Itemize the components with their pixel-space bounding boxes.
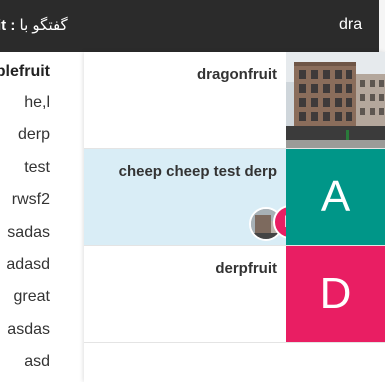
chat-title-name: it :	[0, 17, 16, 34]
sidebar-item[interactable]: asd	[24, 353, 50, 371]
scrollbar-track	[379, 0, 385, 52]
conversation-name: derpfruit	[215, 260, 277, 277]
sidebar-item[interactable]: rwsf2	[12, 191, 50, 209]
conversation-row-selected[interactable]: cheep cheep test derp D A	[84, 149, 385, 246]
sidebar-item[interactable]: asdas	[7, 321, 50, 339]
sidebar: plefruit he,l derp test rwsf2 sadas adas…	[0, 52, 84, 382]
sidebar-item[interactable]: sadas	[7, 224, 50, 242]
sidebar-item[interactable]: test	[24, 159, 50, 177]
conversation-row[interactable]: dragonfruit	[84, 52, 385, 149]
top-bar: it : گفتگو با dra	[0, 0, 385, 52]
sidebar-item[interactable]: derp	[18, 126, 50, 144]
conversation-list: dragonfruit cheep cheep test derp A derp…	[84, 52, 385, 382]
app-frame: it : گفتگو با dra plefruit he,l derp tes…	[0, 0, 391, 382]
sidebar-item[interactable]: he,l	[24, 94, 50, 112]
conversation-name: cheep cheep test derp	[118, 163, 277, 180]
scrollbar-track	[385, 52, 391, 382]
chat-title: it : گفتگو با	[0, 16, 68, 34]
sidebar-item[interactable]: great	[14, 288, 50, 306]
conversation-row[interactable]: derpfruit D	[84, 246, 385, 343]
search-input[interactable]: dra	[339, 16, 362, 34]
building-photo	[286, 52, 385, 148]
sidebar-item[interactable]: adasd	[6, 256, 50, 274]
conversation-name: dragonfruit	[197, 66, 277, 83]
chat-title-label: گفتگو با	[15, 17, 68, 34]
conversation-avatar: D	[286, 246, 385, 342]
conversation-avatar: A	[286, 149, 385, 245]
sidebar-item-header[interactable]: plefruit	[0, 63, 50, 81]
